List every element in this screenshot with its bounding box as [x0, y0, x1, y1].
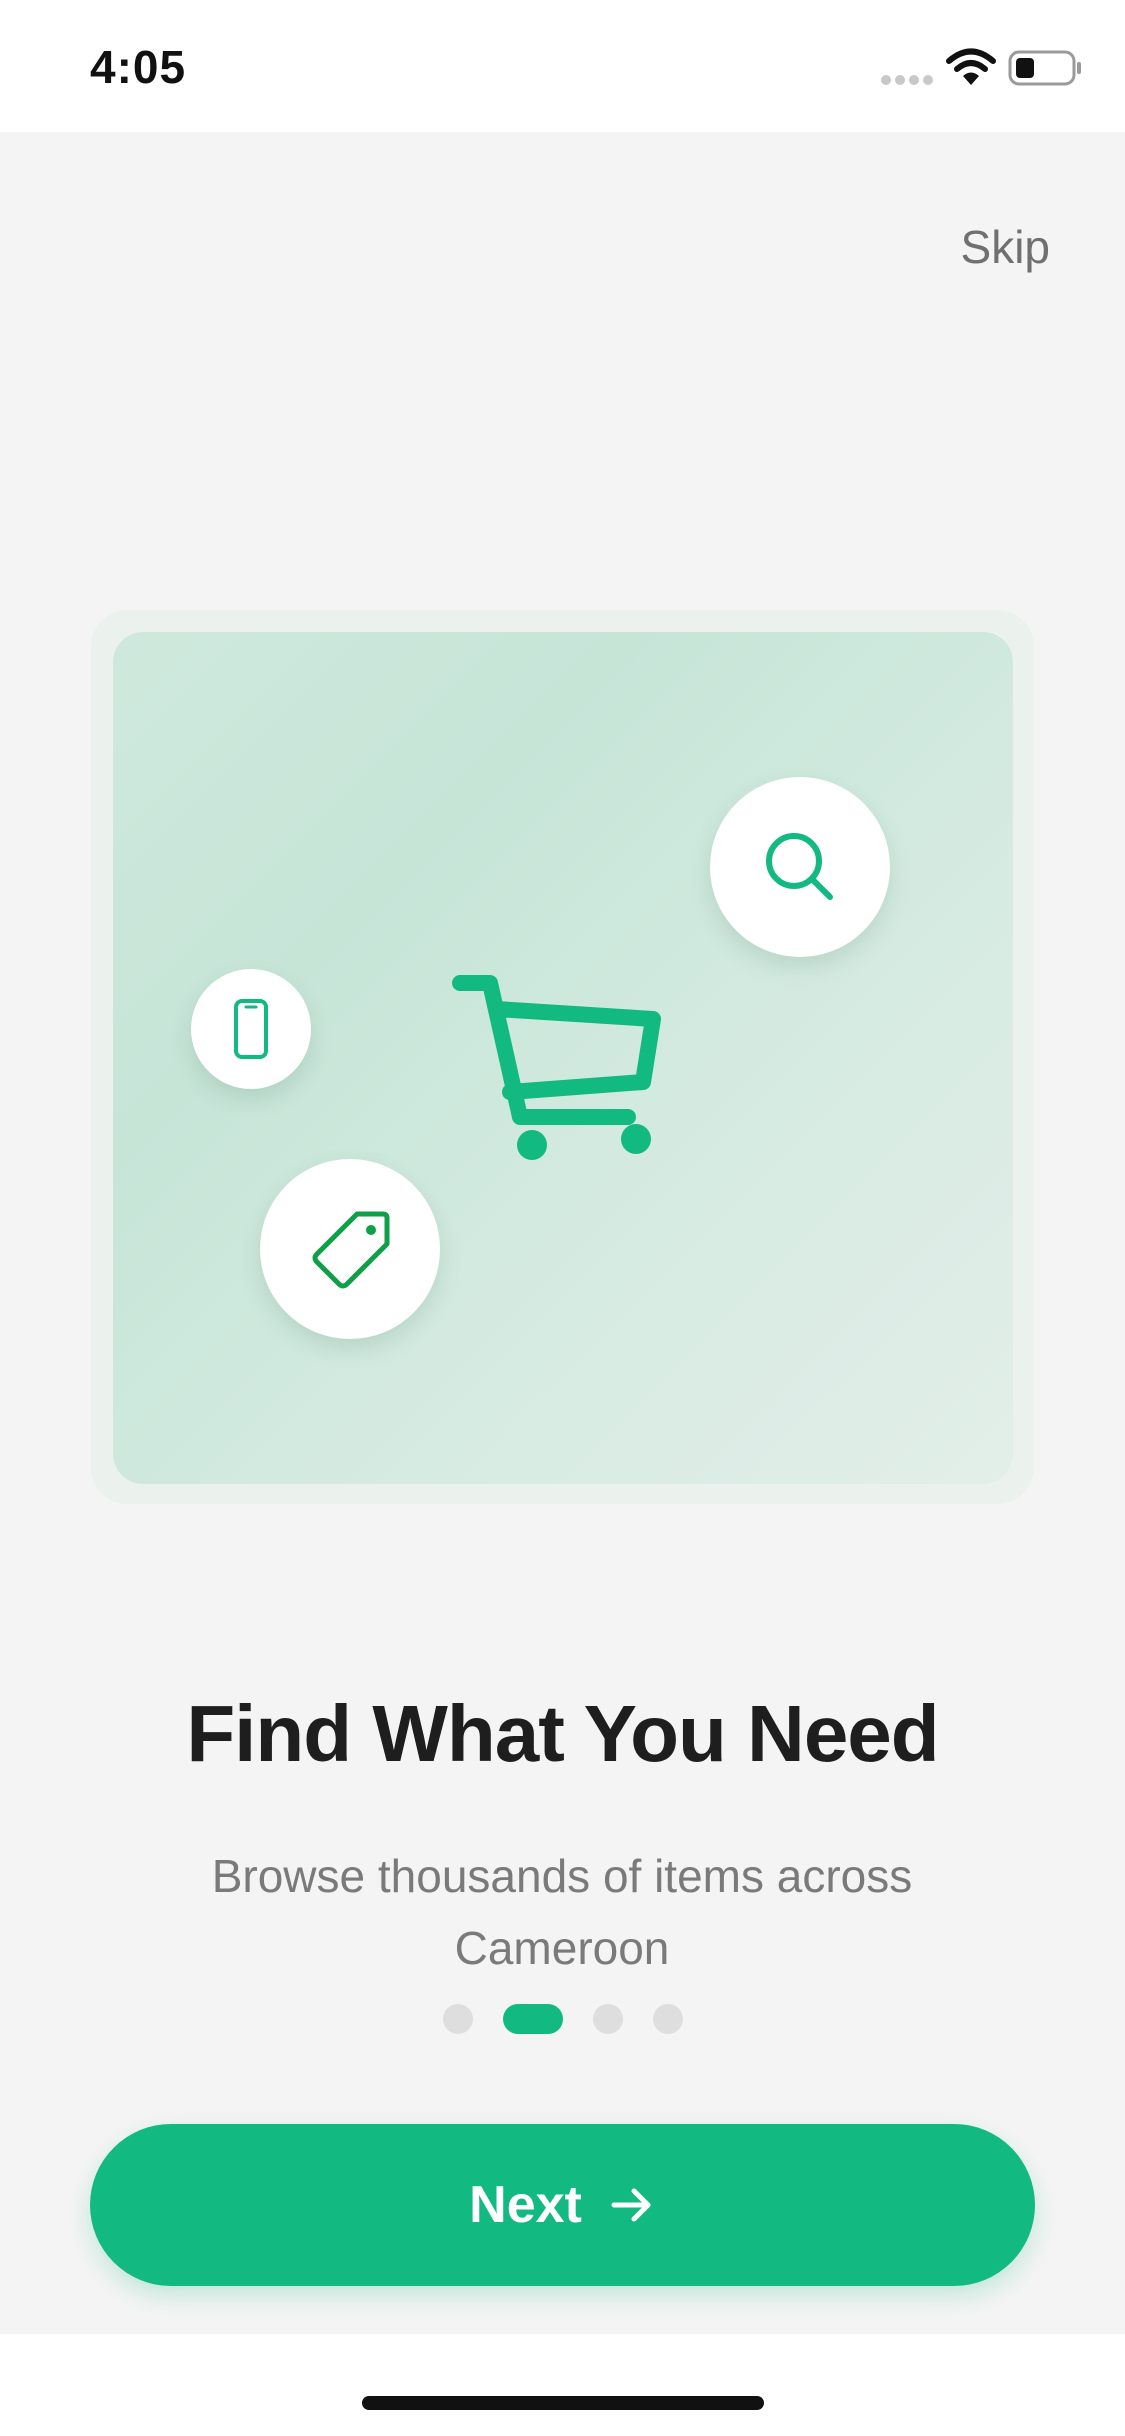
page-dot[interactable] [442, 2004, 473, 2034]
home-area [0, 2334, 1125, 2436]
shopping-cart-icon [452, 975, 661, 1160]
wifi-icon [946, 48, 996, 85]
status-time: 4:05 [90, 41, 187, 93]
phone-bubble [191, 969, 311, 1089]
tag-bubble [260, 1159, 440, 1339]
price-tag-icon [312, 1211, 390, 1289]
page-indicator [0, 2004, 1125, 2034]
arrow-right-icon [611, 2188, 651, 2222]
search-icon [766, 833, 833, 900]
page-dot[interactable] [652, 2004, 683, 2034]
page-dot-active[interactable] [502, 2004, 563, 2034]
skip-button[interactable]: Skip [900, 220, 1050, 274]
onboarding-subtitle: Browse thousands of items across Cameroo… [211, 1850, 913, 1974]
smartphone-icon [234, 999, 268, 1059]
page-dot[interactable] [592, 2004, 623, 2034]
onboarding-screen: Skip Find What You Need Browse thousands… [0, 132, 1125, 2334]
home-indicator[interactable] [362, 2396, 764, 2410]
next-button[interactable]: Next [90, 2124, 1035, 2286]
illustration-card [113, 632, 1013, 1484]
battery-icon [1008, 50, 1081, 86]
onboarding-title: Find What You Need [186, 1689, 939, 1778]
signal-icon [881, 75, 933, 85]
search-bubble [710, 777, 890, 957]
status-bar: 4:05 [0, 0, 1125, 132]
next-button-label: Next [469, 2176, 582, 2234]
